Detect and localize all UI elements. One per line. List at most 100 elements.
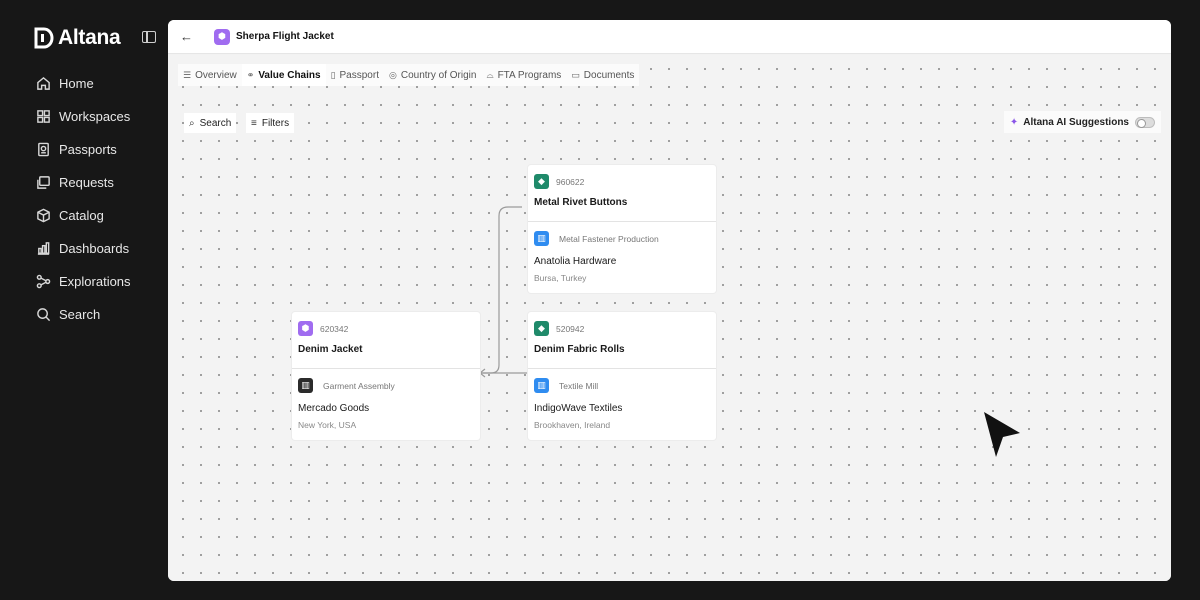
hs-code: 960622 (556, 176, 585, 187)
altana-logo[interactable]: Altana (34, 26, 121, 50)
factory-icon: ▥ (534, 231, 549, 246)
page-title: Sherpa Flight Jacket (236, 31, 334, 42)
sidebar-collapse-icon[interactable] (142, 31, 156, 43)
bar-chart-icon (37, 242, 50, 255)
sidebar-item-label: Explorations (59, 274, 131, 289)
card-code-row: ◆ 520942 (534, 321, 584, 336)
arrowhead (479, 368, 486, 378)
sidebar-item-home[interactable]: Home (36, 67, 131, 100)
header: ← ⬢ Sherpa Flight Jacket (168, 20, 1171, 54)
sidebar-item-requests[interactable]: Requests (36, 166, 131, 199)
handshake-icon: ⌓ (486, 69, 494, 80)
factory-icon: ▥ (298, 378, 313, 393)
product-badge-icon: ⬢ (298, 321, 313, 336)
ai-suggestions-label: Altana AI Suggestions (1023, 116, 1129, 128)
ai-suggestions-toggle[interactable]: ✦ Altana AI Suggestions (1003, 111, 1161, 133)
production-stage: Garment Assembly (323, 380, 395, 391)
sidebar-item-label: Catalog (59, 208, 104, 223)
hs-code: 620342 (320, 323, 349, 334)
production-stage: Metal Fastener Production (559, 233, 659, 244)
card-stage-row: ▥ Metal Fastener Production (534, 231, 659, 246)
tab-country-of-origin[interactable]: ◎ Country of Origin (383, 64, 482, 86)
network-icon (36, 274, 51, 289)
supplier-name: IndigoWave Textiles (534, 403, 623, 414)
sidebar: Altana Home Workspaces Passports Request… (0, 0, 168, 600)
supplier-location: Bursa, Turkey (534, 273, 587, 283)
sidebar-nav: Home Workspaces Passports Requests Catal… (36, 67, 131, 331)
search-icon: ⌕ (189, 117, 195, 129)
filter-icon: ≡ (251, 117, 257, 129)
list-icon: ☰ (183, 69, 192, 80)
tab-documents[interactable]: ▭ Documents (566, 64, 640, 86)
card-stage-row: ▥ Garment Assembly (298, 378, 395, 393)
sidebar-item-catalog[interactable]: Catalog (36, 199, 131, 232)
sidebar-item-label: Workspaces (59, 109, 131, 124)
sidebar-item-label: Home (59, 76, 94, 91)
tab-label: Documents (583, 69, 635, 81)
tab-label: Value Chains (258, 69, 321, 81)
value-chain-card-fabric[interactable]: ◆ 520942 Denim Fabric Rolls ▥ Textile Mi… (528, 312, 716, 440)
product-name: Denim Fabric Rolls (534, 344, 625, 355)
altana-logo-icon (34, 27, 54, 49)
home-icon (37, 76, 50, 90)
factory-icon: ▥ (534, 378, 549, 393)
product-name: Denim Jacket (298, 344, 363, 355)
brand-name: Altana (58, 26, 121, 49)
tab-passport[interactable]: ▯ Passport (325, 64, 384, 86)
tab-label: Passport (339, 69, 379, 81)
sidebar-item-explorations[interactable]: Explorations (36, 265, 131, 298)
back-arrow-icon[interactable]: ← (180, 29, 202, 44)
filters-button[interactable]: ≡ Filters (246, 113, 295, 133)
requests-icon (37, 176, 50, 189)
folder-icon: ▭ (571, 69, 580, 80)
sidebar-item-passports[interactable]: Passports (36, 133, 131, 166)
product-badge-icon: ◆ (534, 321, 549, 336)
production-stage: Textile Mill (559, 380, 599, 391)
search-icon (37, 308, 51, 322)
sidebar-item-dashboards[interactable]: Dashboards (36, 232, 131, 265)
search-button[interactable]: ⌕ Search (184, 113, 237, 133)
chain-icon: ⚭ (246, 69, 255, 80)
supplier-location: New York, USA (298, 420, 357, 430)
mouse-cursor-icon (984, 412, 1020, 457)
card-code-row: ⬢ 620342 (298, 321, 348, 336)
grid-icon (37, 110, 50, 123)
card-code-row: ◆ 960622 (534, 174, 584, 189)
sidebar-item-label: Search (59, 307, 101, 322)
sidebar-item-search[interactable]: Search (36, 298, 131, 331)
value-chain-card-rivet[interactable]: ◆ 960622 Metal Rivet Buttons ▥ Metal Fas… (528, 165, 716, 293)
divider (528, 368, 716, 369)
globe-icon: ◎ (388, 69, 397, 80)
tab-bar: ☰ Overview ⚭ Value Chains ▯ Passport ◎ C… (178, 64, 640, 86)
product-badge-icon: ◆ (534, 174, 549, 189)
sparkle-icon: ✦ (1009, 116, 1019, 128)
tab-label: FTA Programs (497, 69, 562, 81)
tab-label: Country of Origin (400, 69, 477, 81)
toggle-switch[interactable] (1135, 116, 1155, 128)
product-icon: ⬢ (214, 28, 230, 45)
sidebar-item-label: Dashboards (59, 241, 130, 256)
sidebar-item-label: Requests (59, 175, 114, 190)
filters-label: Filters (261, 117, 290, 129)
connector-rivet-to-jacket (480, 206, 522, 374)
divider (292, 368, 480, 369)
main-panel: ← ⬢ Sherpa Flight Jacket ☰ Overview ⚭ Va… (168, 20, 1171, 581)
search-label: Search (199, 117, 232, 129)
supplier-name: Anatolia Hardware (534, 256, 617, 267)
document-icon: ▯ (330, 69, 336, 80)
product-name: Metal Rivet Buttons (534, 197, 628, 208)
sidebar-item-label: Passports (59, 142, 117, 157)
tab-fta-programs[interactable]: ⌓ FTA Programs (481, 64, 567, 86)
tab-value-chains[interactable]: ⚭ Value Chains (241, 64, 326, 86)
card-stage-row: ▥ Textile Mill (534, 378, 598, 393)
passport-icon (38, 142, 49, 157)
supplier-name: Mercado Goods (298, 403, 370, 414)
hs-code: 520942 (556, 323, 585, 334)
value-chain-canvas[interactable]: ☰ Overview ⚭ Value Chains ▯ Passport ◎ C… (168, 55, 1171, 581)
supplier-location: Brookhaven, Ireland (534, 420, 611, 430)
tab-label: Overview (195, 69, 237, 81)
value-chain-card-jacket[interactable]: ⬢ 620342 Denim Jacket ▥ Garment Assembly… (292, 312, 480, 440)
divider (528, 221, 716, 222)
sidebar-item-workspaces[interactable]: Workspaces (36, 100, 131, 133)
tab-overview[interactable]: ☰ Overview (178, 64, 242, 86)
